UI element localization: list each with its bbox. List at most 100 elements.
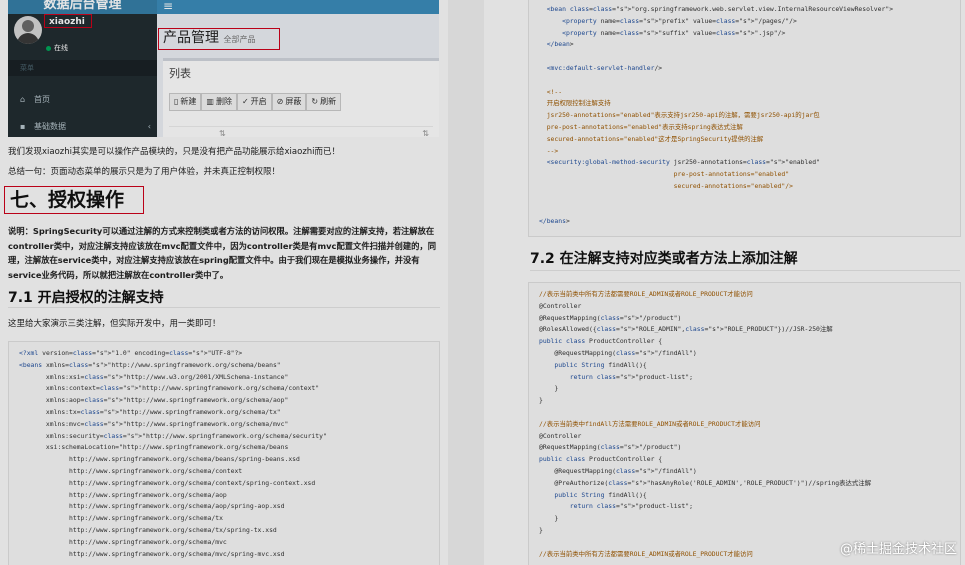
paragraph: 总结一句：页面动态菜单的展示只是为了用户体验，并未真正控制权限！ — [8, 167, 281, 177]
sidebar-item-home[interactable]: ⌂ 首页 — [8, 89, 157, 111]
code-line: public class ProductController { — [539, 337, 663, 346]
code-line: jsr250-annotations="enabled"表示支持jsr250-a… — [539, 111, 820, 120]
code-line: 开启权限控制注解支持 — [539, 99, 611, 108]
code-line: <?xml version=class="s">"1.0" encoding=c… — [19, 349, 243, 357]
section-heading: 七、授权操作 — [10, 189, 125, 211]
left-page: 数据后台管理 ≡ xiaozhi 在线 菜单 ⌂ 首页 ▪ 基础数据 ‹ 产品管理 全… — [0, 0, 448, 565]
code-block: <?xml version=class="s">"1.0" encoding=c… — [8, 341, 440, 565]
code-line: //表示当前类中所有方法都需要ROLE_ADMIN或者ROLE_PRODUCT才… — [539, 290, 753, 298]
trash-icon: ▥ — [206, 97, 214, 106]
code-line: @RolesAllowed({class="s">"ROLE_ADMIN",cl… — [539, 325, 833, 334]
paragraph: 我们发现xiaozhi其实是可以操作产品模块的，只是没有把产品功能展示给xiao… — [8, 147, 341, 157]
code-line: <!-- — [539, 87, 563, 96]
page-subtitle: 全部产品 — [223, 35, 256, 44]
code-line: return class="s">"product-list"; — [569, 502, 693, 511]
code-line: xmlns:mvc=class="s">"http://www.springfr… — [19, 419, 289, 428]
page-title: 产品管理 全部产品 — [158, 28, 280, 50]
table-header: ⇅ ⇅ — [169, 126, 433, 137]
box-title: 列表 — [169, 67, 191, 80]
sidebar-header: 菜单 — [8, 60, 157, 76]
code-line: } — [539, 384, 559, 393]
code-line: pre-post-annotations="enabled" — [539, 170, 790, 179]
code-line: http://www.springframework.org/schema/be… — [19, 455, 300, 464]
code-line: public String findAll(){ — [554, 490, 647, 499]
online-status-label: 在线 — [54, 44, 68, 52]
code-line: http://www.springframework.org/schema/co… — [19, 466, 243, 475]
menu-toggle-icon[interactable]: ≡ — [163, 0, 173, 13]
code-line: public String findAll(){ — [554, 360, 647, 369]
code-line: @PreAuthorize(class="s">"hasAnyRole('ROL… — [539, 478, 872, 487]
code-line: } — [539, 514, 559, 523]
folder-icon: ▪ — [20, 122, 26, 131]
chevron-left-icon: ‹ — [147, 122, 151, 131]
code-line: xsi:schemaLocation="http://www.springfra… — [19, 443, 289, 452]
right-page: <bean class=class="s">"org.springframewo… — [484, 0, 965, 565]
subsection-heading: 7.2 在注解支持对应类或者方法上添加注解 — [530, 251, 798, 267]
refresh-button[interactable]: ↻ 刷新 — [306, 93, 342, 111]
code-line: } — [539, 525, 543, 534]
code-line: http://www.springframework.org/schema/tx… — [19, 525, 277, 534]
code-line: <property name=class="s">"suffix" value=… — [562, 28, 786, 37]
note-paragraph: 说明：SpringSecurity可以通过注解的方式来控制类或者方法的访问权限。… — [8, 226, 437, 280]
code-line: @Controller — [539, 301, 582, 310]
subsection-heading: 7.1 开启授权的注解支持 — [8, 290, 164, 306]
code-line: http://www.springframework.org/schema/ao… — [19, 502, 285, 511]
code-block: <bean class=class="s">"org.springframewo… — [528, 0, 961, 237]
code-line: public class ProductController { — [539, 455, 663, 464]
code-line: xmlns:aop=class="s">"http://www.springfr… — [19, 396, 289, 405]
admin-brand: 数据后台管理 — [8, 0, 157, 14]
refresh-icon: ↻ — [311, 97, 319, 106]
code-line: @RequestMapping(class="s">"/product") — [539, 443, 682, 452]
code-line: } — [539, 396, 543, 405]
ban-icon: ⊘ — [276, 97, 284, 106]
check-icon: ✓ — [241, 97, 249, 106]
toolbar: ▯ 新建 ▥ 删除 ✓ 开启 ⊘ 屏蔽 ↻ 刷新 — [169, 93, 342, 111]
code-line: xmlns:tx=class="s">"http://www.springfra… — [19, 407, 281, 416]
code-line: @Controller — [539, 431, 582, 440]
code-line: <security:global-method-security jsr250-… — [546, 158, 820, 167]
code-block: //表示当前类中所有方法都需要ROLE_ADMIN或者ROLE_PRODUCT才… — [528, 282, 961, 565]
file-icon: ▯ — [174, 97, 179, 106]
code-line: //表示当前类中findAll方法需要ROLE_ADMIN或者ROLE_PROD… — [539, 419, 761, 428]
sort-icon[interactable]: ⇅ — [422, 129, 429, 137]
username-label: xiaozhi — [44, 14, 92, 28]
paragraph: 这里给大家演示三类注解，但实际开发中，用一类即可！ — [8, 319, 221, 329]
code-line: <mvc:default-servlet-handler/> — [546, 63, 663, 72]
code-line: xmlns:context=class="s">"http://www.spri… — [19, 384, 320, 393]
block-button[interactable]: ⊘ 屏蔽 — [271, 93, 307, 111]
online-status-icon — [46, 46, 51, 51]
admin-screenshot: 数据后台管理 ≡ xiaozhi 在线 菜单 ⌂ 首页 ▪ 基础数据 ‹ 产品管理 全… — [8, 0, 439, 137]
code-line: xmlns:security=class="s">"http://www.spr… — [19, 431, 327, 440]
page-gap — [448, 0, 484, 565]
code-line: --> — [539, 146, 559, 155]
code-line: return class="s">"product-list"; — [569, 372, 693, 381]
sidebar-item-basic-data[interactable]: ▪ 基础数据 ‹ — [8, 116, 157, 137]
code-line: </bean> — [546, 40, 574, 49]
code-line: xmlns:xsi=class="s">"http://www.w3.org/2… — [19, 372, 289, 381]
divider — [530, 270, 960, 271]
code-line: @RequestMapping(class="s">"/product") — [539, 313, 682, 322]
code-line: http://www.springframework.org/schema/co… — [19, 478, 316, 487]
code-line: </beans> — [539, 217, 570, 226]
enable-button[interactable]: ✓ 开启 — [236, 93, 272, 111]
code-line: @RequestMapping(class="s">"/findAll") — [539, 348, 697, 357]
avatar — [14, 16, 42, 44]
code-line: <bean class=class="s">"org.springframewo… — [546, 5, 894, 13]
code-line: <beans xmlns=class="s">"http://www.sprin… — [19, 360, 281, 369]
code-line: @RequestMapping(class="s">"/findAll") — [539, 466, 697, 475]
code-line: secured-annotations="enabled"这才是SpringSe… — [539, 134, 764, 143]
new-button[interactable]: ▯ 新建 — [169, 93, 202, 111]
code-line: secured-annotations="enabled"/> — [539, 181, 793, 190]
user-panel: xiaozhi 在线 — [8, 14, 157, 60]
code-line: http://www.springframework.org/schema/ao… — [19, 490, 227, 499]
sort-icon[interactable]: ⇅ — [219, 129, 226, 137]
code-line: <property name=class="s">"prefix" value=… — [562, 16, 797, 25]
delete-button[interactable]: ▥ 删除 — [201, 93, 237, 111]
code-line: http://www.springframework.org/schema/mv… — [19, 549, 285, 558]
code-line: http://www.springframework.org/schema/mv… — [19, 537, 227, 546]
